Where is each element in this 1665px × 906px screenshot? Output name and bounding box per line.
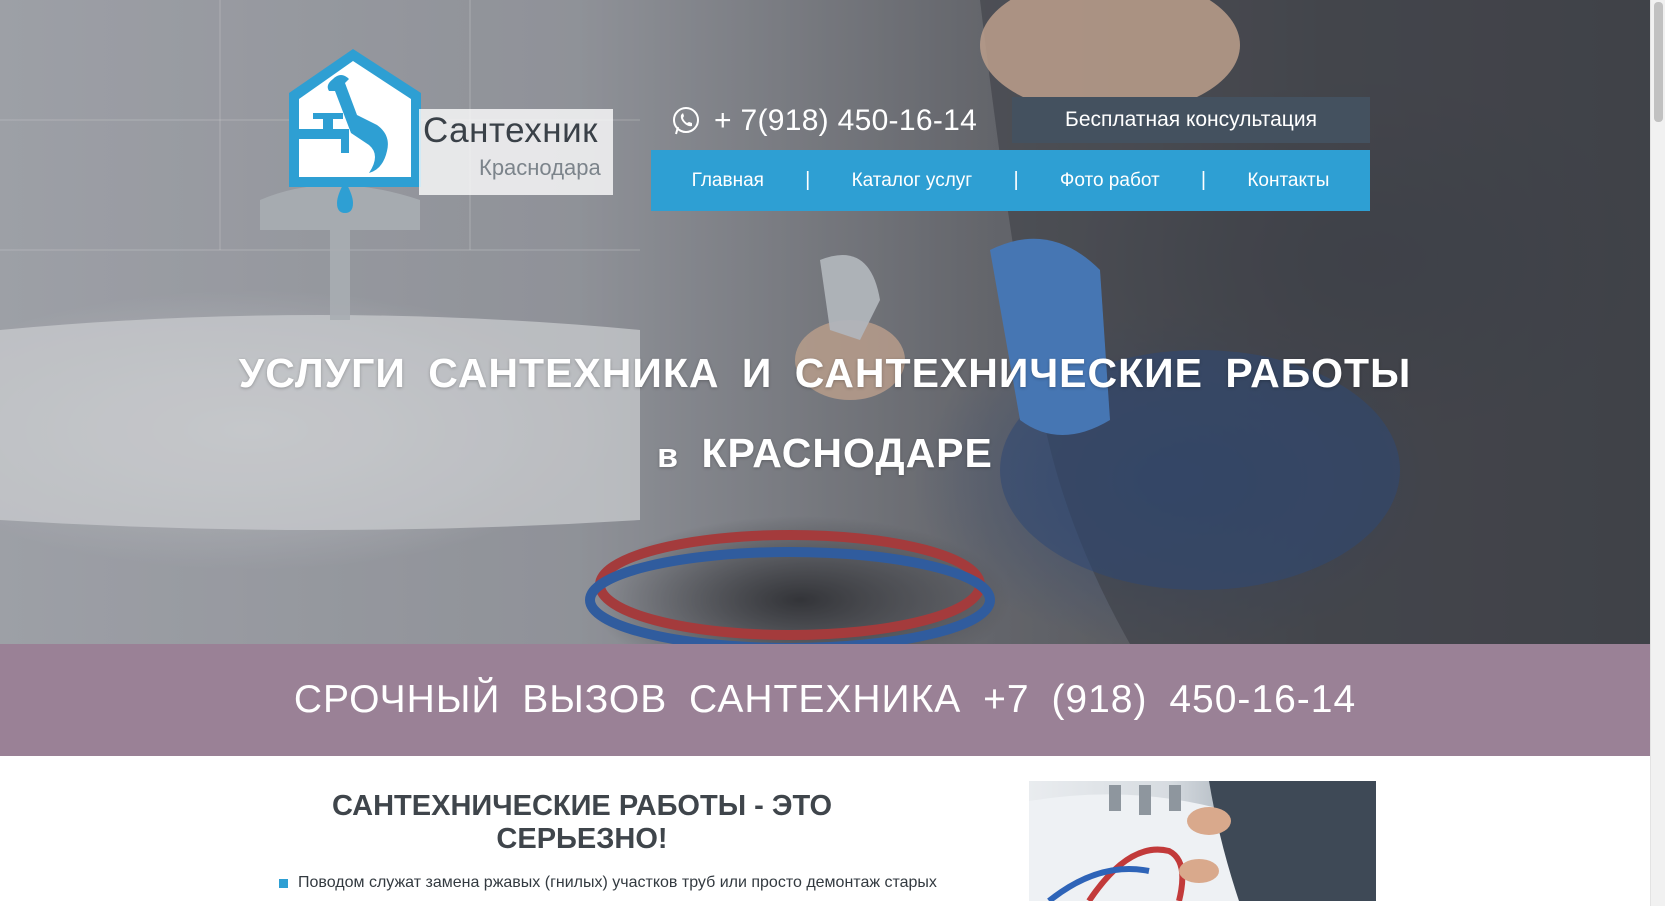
urgent-call-text[interactable]: СРОЧНЫЙ ВЫЗОВ САНТЕХНИКА +7 (918) 450-16…	[294, 678, 1356, 722]
nav-item-contacts[interactable]: Контакты	[1247, 170, 1329, 192]
phone-number[interactable]: + 7(918) 450-16-14	[714, 104, 977, 138]
nav-separator: |	[1013, 169, 1019, 191]
nav-item-home[interactable]: Главная	[692, 170, 764, 192]
logo-subtitle: Краснодара	[479, 155, 601, 180]
urgent-call-banner: СРОЧНЫЙ ВЫЗОВ САНТЕХНИКА +7 (918) 450-16…	[0, 644, 1650, 756]
logo-title: Сантехник	[423, 111, 598, 150]
whatsapp-icon	[673, 107, 699, 135]
hero-subheading-city: КРАСНОДАРЕ	[701, 430, 993, 476]
bullet-square-icon	[279, 878, 288, 888]
hero-banner: Сантехник Краснодара + 7(918) 450-16-14 …	[0, 0, 1650, 644]
plumber-work-illustration	[1029, 781, 1376, 901]
header-phone[interactable]: + 7(918) 450-16-14	[670, 98, 977, 144]
logo-house-icon	[289, 49, 421, 213]
hero-heading: УСЛУГИ САНТЕХНИКА И САНТЕХНИЧЕСКИЕ РАБОТ…	[238, 350, 1412, 396]
nav-item-catalog[interactable]: Каталог услуг	[852, 170, 973, 192]
nav-separator: |	[1200, 169, 1207, 191]
site-logo[interactable]: Сантехник Краснодара	[283, 45, 623, 215]
hero-overlay	[0, 0, 1650, 644]
main-nav: Главная | Каталог услуг | Фото работ | К…	[651, 150, 1370, 211]
free-consultation-button[interactable]: Бесплатная консультация	[1012, 97, 1370, 143]
list-item-text: Поводом служат замена ржавых (гнилых) уч…	[298, 874, 937, 891]
section-title: САНТЕХНИЧЕСКИЕ РАБОТЫ - ЭТО СЕРЬЕЗНО!	[331, 790, 833, 855]
list-item: Поводом служат замена ржавых (гнилых) уч…	[279, 874, 937, 892]
hero-subheading: в КРАСНОДАРЕ	[0, 430, 1650, 477]
nav-item-photos[interactable]: Фото работ	[1060, 170, 1160, 192]
nav-separator: |	[805, 169, 811, 191]
scrollbar-thumb[interactable]	[1654, 2, 1663, 122]
plumber-work-photo	[1029, 781, 1376, 901]
hero-subheading-prefix: в	[657, 437, 680, 475]
page-scrollbar[interactable]	[1650, 0, 1665, 906]
